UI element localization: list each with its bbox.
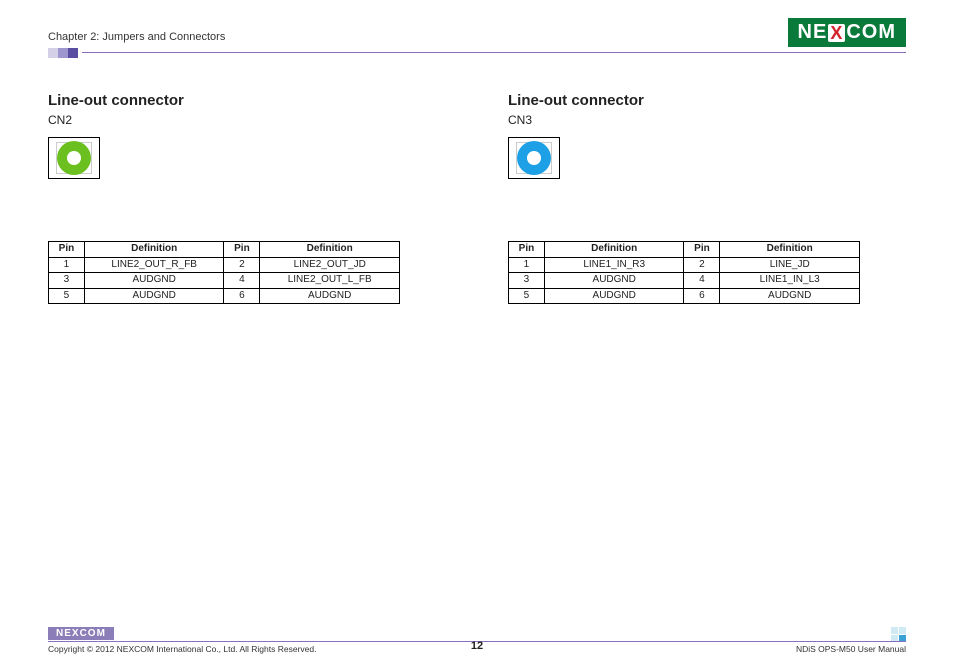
cell-def: AUDGND <box>84 288 224 304</box>
th-pin: Pin <box>684 242 720 258</box>
cell-pin: 1 <box>49 257 85 273</box>
logo-pre: NE <box>798 21 828 44</box>
audio-jack-diagram <box>48 137 100 179</box>
cell-def: AUDGND <box>544 288 684 304</box>
cell-pin: 6 <box>684 288 720 304</box>
cell-pin: 3 <box>509 273 545 289</box>
th-def: Definition <box>260 242 400 258</box>
cell-pin: 5 <box>509 288 545 304</box>
brand-logo: NE X COM <box>788 18 906 47</box>
table-row: 1 LINE1_IN_R3 2 LINE_JD <box>509 257 860 273</box>
cell-pin: 5 <box>49 288 85 304</box>
header-rule <box>48 52 906 53</box>
section-title: Line-out connector <box>508 92 868 109</box>
cell-def: LINE2_OUT_R_FB <box>84 257 224 273</box>
cell-def: AUDGND <box>720 288 860 304</box>
audio-jack-green-icon <box>57 141 91 175</box>
cell-def: AUDGND <box>260 288 400 304</box>
content-area: Line-out connector CN2 Pin Definition Pi… <box>48 92 906 304</box>
logo-x-icon: X <box>72 628 80 639</box>
cell-pin: 1 <box>509 257 545 273</box>
connector-section-cn3: Line-out connector CN3 Pin Definition Pi… <box>508 92 868 304</box>
connector-id: CN3 <box>508 113 868 127</box>
table-header-row: Pin Definition Pin Definition <box>49 242 400 258</box>
audio-jack-blue-icon <box>517 141 551 175</box>
jack-hole-icon <box>527 151 541 165</box>
cell-def: AUDGND <box>544 273 684 289</box>
table-row: 5 AUDGND 6 AUDGND <box>49 288 400 304</box>
pin-table-cn3: Pin Definition Pin Definition 1 LINE1_IN… <box>508 241 860 304</box>
logo-pre: NE <box>56 628 72 639</box>
connector-id: CN2 <box>48 113 408 127</box>
cell-pin: 4 <box>224 273 260 289</box>
cell-pin: 3 <box>49 273 85 289</box>
cell-def: LINE2_OUT_L_FB <box>260 273 400 289</box>
page-number: 12 <box>0 640 954 652</box>
th-def: Definition <box>720 242 860 258</box>
table-row: 3 AUDGND 4 LINE1_IN_L3 <box>509 273 860 289</box>
square-icon <box>48 48 58 58</box>
cell-pin: 2 <box>224 257 260 273</box>
jack-hole-icon <box>67 151 81 165</box>
logo-post: COM <box>846 21 896 44</box>
th-def: Definition <box>84 242 224 258</box>
logo-post: COM <box>80 628 106 639</box>
square-icon <box>68 48 78 58</box>
th-pin: Pin <box>224 242 260 258</box>
header-squares-icon <box>48 48 82 58</box>
logo-x-icon: X <box>828 24 845 42</box>
cell-def: LINE_JD <box>720 257 860 273</box>
table-row: 3 AUDGND 4 LINE2_OUT_L_FB <box>49 273 400 289</box>
pin-table-cn2: Pin Definition Pin Definition 1 LINE2_OU… <box>48 241 400 304</box>
cell-pin: 2 <box>684 257 720 273</box>
section-title: Line-out connector <box>48 92 408 109</box>
cell-pin: 6 <box>224 288 260 304</box>
audio-jack-diagram <box>508 137 560 179</box>
cell-pin: 4 <box>684 273 720 289</box>
th-def: Definition <box>544 242 684 258</box>
connector-section-cn2: Line-out connector CN2 Pin Definition Pi… <box>48 92 408 304</box>
cell-def: AUDGND <box>84 273 224 289</box>
th-pin: Pin <box>509 242 545 258</box>
square-icon <box>58 48 68 58</box>
th-pin: Pin <box>49 242 85 258</box>
cell-def: LINE1_IN_L3 <box>720 273 860 289</box>
cell-def: LINE2_OUT_JD <box>260 257 400 273</box>
table-row: 5 AUDGND 6 AUDGND <box>509 288 860 304</box>
table-header-row: Pin Definition Pin Definition <box>509 242 860 258</box>
cell-def: LINE1_IN_R3 <box>544 257 684 273</box>
page-header: Chapter 2: Jumpers and Connectors NE X C… <box>48 18 906 47</box>
footer-brand-logo: NE X COM <box>48 627 114 640</box>
chapter-title: Chapter 2: Jumpers and Connectors <box>48 31 225 47</box>
table-row: 1 LINE2_OUT_R_FB 2 LINE2_OUT_JD <box>49 257 400 273</box>
